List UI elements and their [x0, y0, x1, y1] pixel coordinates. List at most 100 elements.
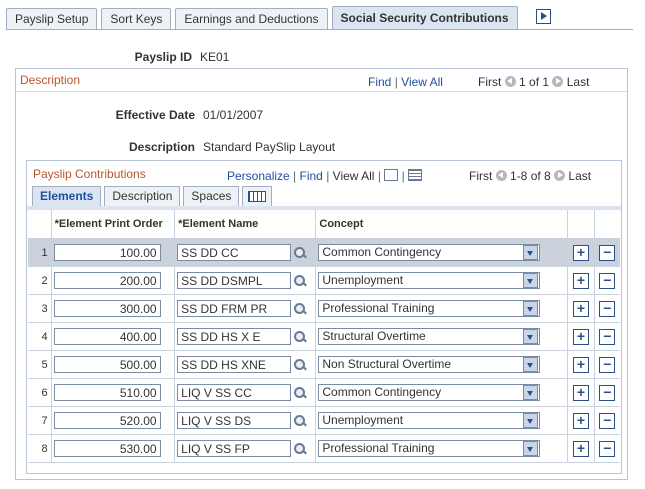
next-icon[interactable] — [552, 76, 564, 87]
print-order-input[interactable]: 400.00 — [53, 328, 161, 345]
add-row-button[interactable]: + — [572, 384, 589, 401]
add-row-button[interactable]: + — [572, 412, 589, 429]
print-order-input[interactable]: 500.00 — [53, 356, 161, 373]
grid-previous-icon[interactable] — [495, 170, 507, 181]
concept-select[interactable]: Professional Training — [318, 300, 541, 317]
element-name-input[interactable]: SS DD HS XNE — [177, 356, 292, 373]
dropdown-arrow-icon[interactable] — [523, 273, 539, 288]
print-order-input[interactable]: 530.00 — [53, 440, 161, 457]
spreadsheet-icon[interactable] — [408, 169, 423, 181]
personalize-link[interactable]: Personalize — [227, 169, 290, 183]
add-row-button[interactable]: + — [572, 328, 589, 345]
grid-row-range: 1-8 of 8 — [510, 169, 551, 183]
lookup-icon[interactable] — [293, 386, 307, 400]
separator: | — [377, 169, 381, 183]
concept-cell: Unemployment — [315, 266, 569, 295]
add-cell: + — [567, 266, 595, 295]
tab-earnings-deductions[interactable]: Earnings and Deductions — [175, 8, 328, 30]
delete-row-button[interactable]: − — [599, 244, 616, 261]
lookup-icon[interactable] — [293, 274, 307, 288]
element-name-input[interactable]: SS DD CC — [177, 244, 292, 261]
add-cell: + — [567, 322, 595, 351]
table-row: 3 300.00 SS DD FRM PR Professional Train… — [28, 294, 620, 323]
description-box-title: Description — [20, 73, 81, 87]
print-order-input[interactable]: 200.00 — [53, 272, 161, 289]
tab-social-security[interactable]: Social Security Contributions — [331, 6, 518, 30]
print-order-cell: 200.00 — [51, 266, 176, 295]
lookup-icon[interactable] — [293, 302, 307, 316]
view-all-link[interactable]: View All — [401, 75, 443, 89]
print-order-cell: 400.00 — [51, 322, 176, 351]
element-name-input[interactable]: SS DD FRM PR — [177, 300, 292, 317]
delete-row-button[interactable]: − — [599, 384, 616, 401]
concept-select[interactable]: Professional Training — [318, 440, 541, 457]
tab-payslip-setup[interactable]: Payslip Setup — [6, 8, 98, 30]
add-row-button[interactable]: + — [572, 272, 589, 289]
new-window-icon[interactable] — [384, 169, 399, 181]
concept-select[interactable]: Common Contingency — [318, 384, 541, 401]
dropdown-arrow-icon[interactable] — [523, 357, 539, 372]
payslip-id-label: Payslip ID — [134, 50, 192, 64]
print-order-input[interactable]: 510.00 — [53, 384, 161, 401]
grid-next-icon[interactable] — [554, 170, 566, 181]
add-row-button[interactable]: + — [572, 244, 589, 261]
dropdown-arrow-icon[interactable] — [523, 245, 539, 260]
delete-cell: − — [594, 434, 620, 463]
description-value: Standard PaySlip Layout — [203, 140, 336, 154]
element-name-cell: SS DD HS XNE — [174, 350, 317, 379]
grid-tab-spaces[interactable]: Spaces — [183, 186, 240, 206]
dropdown-arrow-icon[interactable] — [523, 329, 539, 344]
delete-row-button[interactable]: − — [599, 300, 616, 317]
lookup-icon[interactable] — [293, 330, 307, 344]
table-row: 6 510.00 LIQ V SS CC Common Contingency … — [28, 378, 620, 407]
dropdown-arrow-icon[interactable] — [523, 413, 539, 428]
dropdown-arrow-icon[interactable] — [523, 441, 539, 456]
find-link[interactable]: Find — [368, 75, 391, 89]
concept-select[interactable]: Unemployment — [318, 412, 541, 429]
lookup-icon[interactable] — [293, 358, 307, 372]
element-name-input[interactable]: LIQ V SS CC — [177, 384, 292, 401]
delete-row-button[interactable]: − — [599, 272, 616, 289]
print-order-input[interactable]: 520.00 — [53, 412, 161, 429]
dropdown-arrow-icon[interactable] — [523, 301, 539, 316]
concept-cell: Professional Training — [315, 294, 569, 323]
element-name-cell: SS DD DSMPL — [174, 266, 317, 295]
tab-scroll-right-icon[interactable] — [536, 9, 551, 24]
grid-tab-elements[interactable]: Elements — [32, 186, 102, 206]
print-order-input[interactable]: 300.00 — [53, 300, 161, 317]
delete-row-button[interactable]: − — [599, 440, 616, 457]
element-name-input[interactable]: SS DD DSMPL — [177, 272, 292, 289]
grid-view-all-link[interactable]: View All — [333, 169, 375, 183]
lookup-icon[interactable] — [293, 414, 307, 428]
element-name-input[interactable]: LIQ V SS FP — [177, 440, 292, 457]
dropdown-arrow-icon[interactable] — [523, 385, 539, 400]
add-cell: + — [567, 294, 595, 323]
grid-find-link[interactable]: Find — [300, 169, 323, 183]
concept-select[interactable]: Structural Overtime — [318, 328, 541, 345]
grid-tab-description[interactable]: Description — [104, 186, 181, 206]
add-row-button[interactable]: + — [572, 356, 589, 373]
element-name-input[interactable]: LIQ V SS DS — [177, 412, 292, 429]
concept-select[interactable]: Non Structural Overtime — [318, 356, 541, 373]
add-row-button[interactable]: + — [572, 300, 589, 317]
element-name-input[interactable]: SS DD HS X E — [177, 328, 292, 345]
show-all-columns-icon[interactable] — [242, 186, 273, 206]
lookup-icon[interactable] — [293, 246, 307, 260]
row-number: 2 — [28, 266, 52, 295]
lookup-icon[interactable] — [293, 442, 307, 456]
delete-cell: − — [594, 294, 620, 323]
delete-row-button[interactable]: − — [599, 328, 616, 345]
print-order-cell: 530.00 — [51, 434, 176, 463]
previous-icon[interactable] — [504, 76, 516, 87]
add-cell: + — [567, 378, 595, 407]
concept-select[interactable]: Unemployment — [318, 272, 541, 289]
concept-select[interactable]: Common Contingency — [318, 244, 541, 261]
add-row-button[interactable]: + — [572, 440, 589, 457]
elements-table: *Element Print Order *Element Name Conce… — [28, 210, 620, 463]
print-order-input[interactable]: 100.00 — [53, 244, 161, 261]
separator: | — [326, 169, 330, 183]
concept-value: Common Contingency — [322, 385, 442, 399]
delete-row-button[interactable]: − — [599, 356, 616, 373]
tab-sort-keys[interactable]: Sort Keys — [101, 8, 172, 30]
delete-row-button[interactable]: − — [599, 412, 616, 429]
